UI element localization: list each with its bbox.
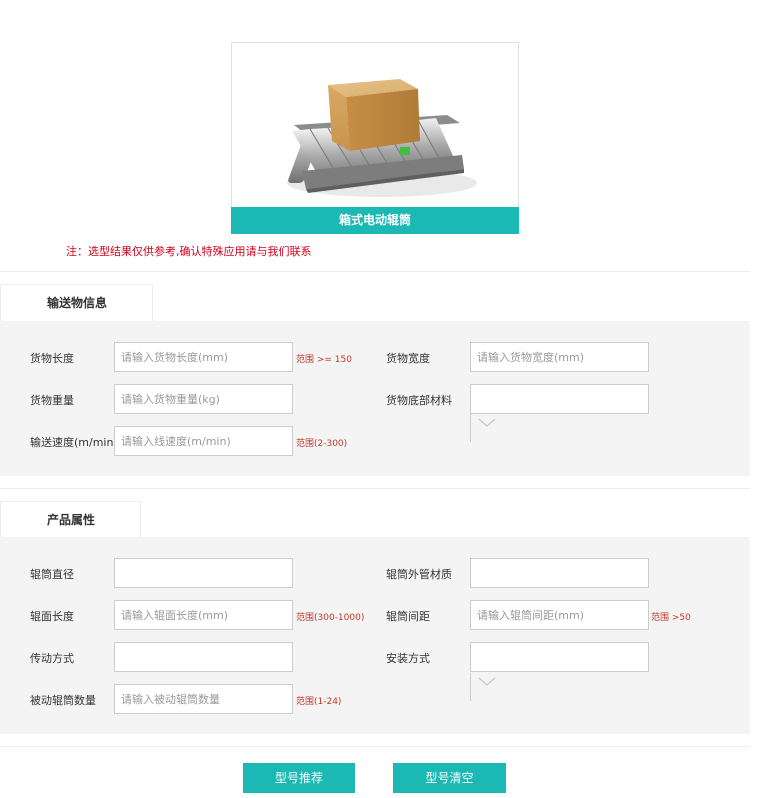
section-tab-product-props: 产品属性 <box>0 501 141 539</box>
label-goods-weight: 货物重量 <box>30 394 74 407</box>
divider <box>0 271 750 272</box>
clear-model-button[interactable]: 型号清空 <box>393 763 506 793</box>
label-conveying-speed: 输送速度(m/min) <box>30 436 118 449</box>
goods-width-input[interactable] <box>470 342 649 372</box>
conveying-speed-input[interactable] <box>114 426 293 456</box>
label-roller-spacing: 辊筒间距 <box>386 610 430 623</box>
divider <box>0 488 750 489</box>
hint-face-length: 范围(300-1000) <box>296 613 365 623</box>
hint-conveying-speed: 范围(2-300) <box>296 439 348 449</box>
label-bottom-material: 货物底部材料 <box>386 394 452 407</box>
section-tab-conveyed-goods: 输送物信息 <box>0 284 153 322</box>
bottom-material-dropdown[interactable] <box>470 414 500 442</box>
roller-diameter-select[interactable] <box>114 558 293 588</box>
disclaimer-note: 注：选型结果仅供参考,确认特殊应用请与我们联系 <box>66 245 312 258</box>
face-length-input[interactable] <box>114 600 293 630</box>
label-goods-width: 货物宽度 <box>386 352 430 365</box>
drive-mode-select[interactable] <box>114 642 293 672</box>
product-caption: 箱式电动辊筒 <box>231 207 519 234</box>
label-passive-roller-count: 被动辊筒数量 <box>30 694 96 707</box>
bottom-material-select[interactable] <box>470 384 649 414</box>
label-face-length: 辊面长度 <box>30 610 74 623</box>
product-card[interactable]: 箱式电动辊筒 <box>231 42 519 234</box>
roller-conveyor-with-box-image <box>232 43 518 208</box>
install-mode-dropdown[interactable] <box>470 673 500 701</box>
label-install-mode: 安装方式 <box>386 652 430 665</box>
divider <box>0 746 750 747</box>
hint-passive-roller-count: 范围(1-24) <box>296 697 342 707</box>
install-mode-select[interactable] <box>470 642 649 672</box>
hint-roller-spacing: 范围 >50 <box>651 613 691 623</box>
label-drive-mode: 传动方式 <box>30 652 74 665</box>
roller-spacing-input[interactable] <box>470 600 649 630</box>
goods-weight-input[interactable] <box>114 384 293 414</box>
label-tube-material: 辊筒外管材质 <box>386 568 452 581</box>
label-goods-length: 货物长度 <box>30 352 74 365</box>
label-roller-diameter: 辊筒直径 <box>30 568 74 581</box>
recommend-model-button[interactable]: 型号推荐 <box>243 763 355 793</box>
passive-roller-count-input[interactable] <box>114 684 293 714</box>
tube-material-select[interactable] <box>470 558 649 588</box>
goods-length-input[interactable] <box>114 342 293 372</box>
hint-goods-length: 范围 >= 150 <box>296 355 352 365</box>
